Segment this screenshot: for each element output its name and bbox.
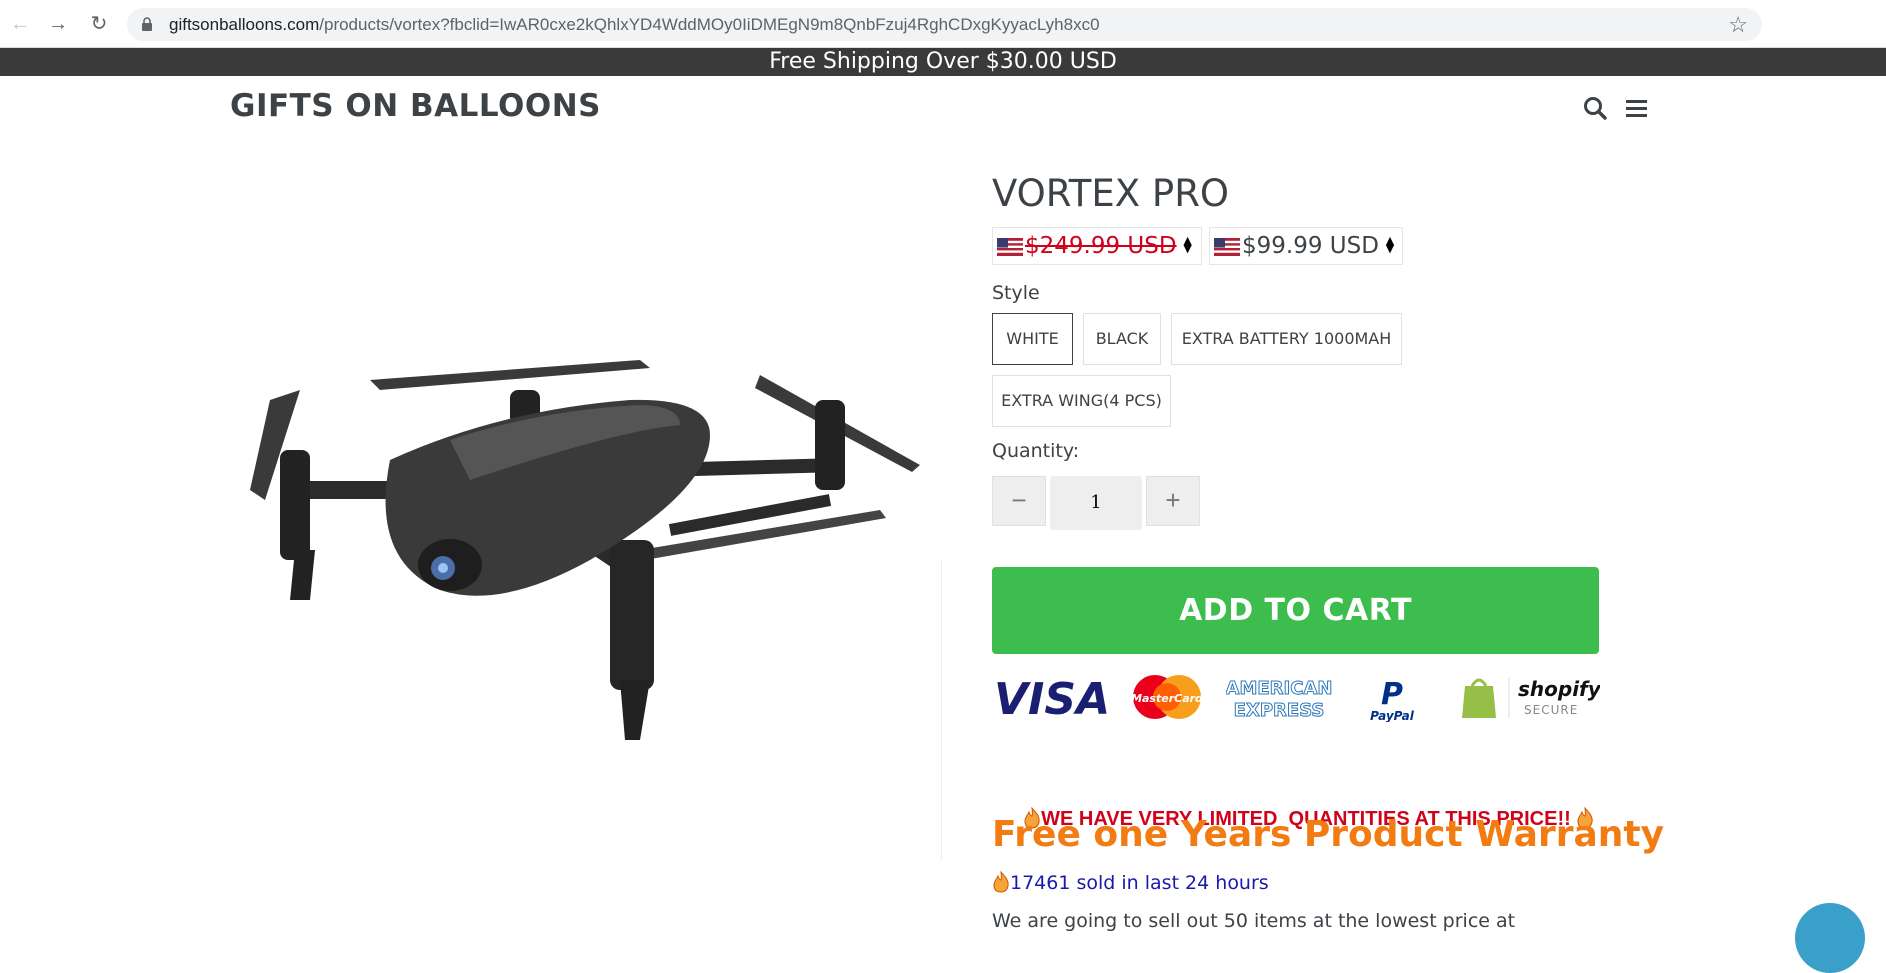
chat-widget-button[interactable]: [1795, 903, 1865, 973]
mastercard-logo: MasterCard: [1131, 675, 1203, 719]
svg-text:SECURE: SECURE: [1524, 703, 1578, 717]
sold-count: 17461 sold in last 24 hours: [992, 871, 1269, 894]
shopify-secure-logo: shopify SECURE: [1462, 677, 1600, 718]
svg-text:P: P: [1381, 677, 1403, 712]
style-option-extra-battery[interactable]: EXTRA BATTERY 1000MAH: [1171, 313, 1402, 365]
sort-arrows-icon: ▲ ▼: [1385, 234, 1395, 255]
us-flag-icon: [997, 238, 1023, 256]
compare-price: $249.99 USD: [1025, 233, 1177, 259]
fire-icon: [993, 871, 1009, 893]
quantity-decrease-button[interactable]: −: [992, 476, 1046, 526]
column-divider: [941, 560, 942, 860]
lock-icon: [142, 17, 152, 31]
address-bar[interactable]: giftsonballoons.com/products/vortex?fbcl…: [127, 8, 1762, 41]
svg-text:AMERICAN: AMERICAN: [1226, 678, 1332, 699]
forward-icon[interactable]: →: [46, 12, 70, 36]
site-logo[interactable]: GIFTS ON BALLOONS: [230, 88, 601, 124]
reload-icon[interactable]: ↻: [87, 12, 111, 36]
svg-text:PayPal: PayPal: [1370, 709, 1415, 722]
menu-icon[interactable]: [1623, 95, 1651, 123]
quantity-increase-button[interactable]: +: [1146, 476, 1200, 526]
svg-text:EXPRESS: EXPRESS: [1234, 700, 1325, 721]
product-image-drone[interactable]: [240, 340, 940, 740]
sale-price: $99.99 USD: [1242, 233, 1379, 259]
sellout-notice: We are going to sell out 50 items at the…: [992, 910, 1516, 932]
warranty-heading: Free one Years Product Warranty: [992, 814, 1665, 855]
announcement-bar: Free Shipping Over $30.00 USD: [0, 48, 1886, 76]
style-option-black[interactable]: BLACK: [1083, 313, 1161, 365]
paypal-logo: P PayPal: [1370, 677, 1415, 722]
price-selector[interactable]: $99.99 USD ▲ ▼: [1209, 227, 1403, 265]
style-label: Style: [992, 282, 1040, 304]
amex-logo: AMERICAN EXPRESS: [1226, 678, 1332, 722]
search-icon[interactable]: [1582, 95, 1610, 123]
style-option-white[interactable]: WHITE: [992, 313, 1073, 365]
us-flag-icon: [1214, 238, 1240, 256]
quantity-input[interactable]: 1: [1050, 476, 1142, 530]
sort-arrows-icon: ▲ ▼: [1183, 234, 1192, 255]
quantity-label: Quantity:: [992, 440, 1080, 462]
visa-logo: VISA: [994, 674, 1110, 722]
svg-text:MasterCard: MasterCard: [1131, 692, 1203, 705]
compare-price-selector[interactable]: $249.99 USD ▲ ▼: [992, 227, 1202, 265]
bookmark-star-icon[interactable]: ☆: [1728, 12, 1748, 38]
url-text: giftsonballoons.com/products/vortex?fbcl…: [169, 15, 1100, 34]
svg-text:shopify: shopify: [1518, 677, 1600, 701]
product-title: VORTEX PRO: [992, 172, 1230, 215]
browser-toolbar: ← → ↻ giftsonballoons.com/products/vorte…: [0, 0, 1886, 48]
add-to-cart-button[interactable]: ADD TO CART: [992, 567, 1599, 654]
style-option-extra-wing[interactable]: EXTRA WING(4 PCS): [992, 375, 1171, 427]
back-icon[interactable]: ←: [8, 12, 32, 36]
svg-text:VISA: VISA: [994, 674, 1110, 722]
